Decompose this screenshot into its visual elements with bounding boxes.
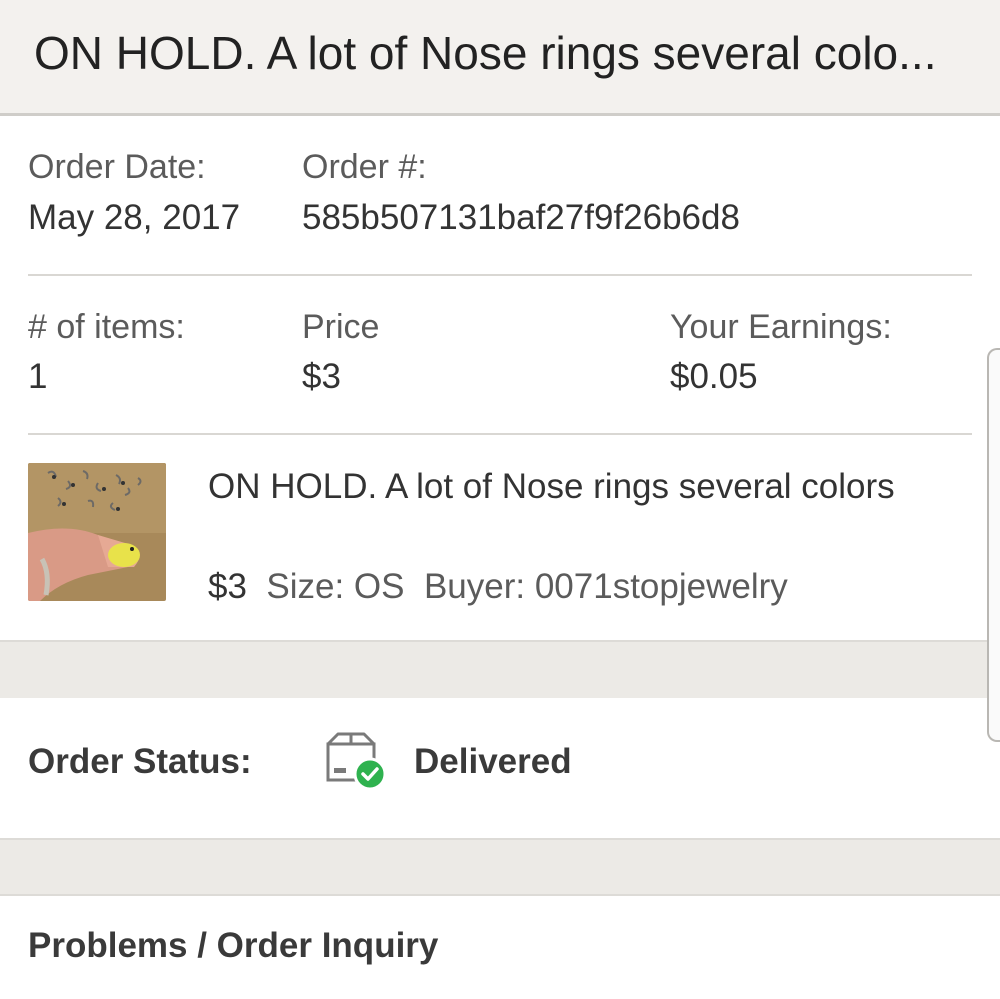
product-thumbnail[interactable] — [28, 463, 166, 601]
order-date-value: May 28, 2017 — [28, 198, 241, 237]
order-status-section: Order Status: Delivered — [0, 698, 1000, 838]
product-meta: $3 Size: OS Buyer: 0071stopjewelry — [208, 562, 788, 612]
product-size: Size: OS — [266, 567, 405, 606]
problems-section[interactable]: Problems / Order Inquiry — [0, 896, 1000, 999]
page-header: ON HOLD. A lot of Nose rings several col… — [0, 0, 1000, 116]
items-count-label: # of items: — [28, 308, 185, 346]
scrollbar[interactable] — [987, 348, 1000, 742]
section-separator — [0, 640, 1000, 700]
product-title-link[interactable]: ON HOLD. A lot of Nose rings several col… — [208, 462, 908, 512]
divider — [28, 274, 972, 276]
items-count-value: 1 — [28, 357, 48, 396]
product-buyer[interactable]: Buyer: 0071stopjewelry — [424, 567, 788, 606]
order-number-label: Order #: — [302, 148, 427, 186]
order-date-label: Order Date: — [28, 148, 206, 186]
order-summary-card: Order Date: May 28, 2017 Order #: 585b50… — [0, 116, 1000, 643]
order-details-page: ON HOLD. A lot of Nose rings several col… — [0, 0, 1000, 999]
price-label: Price — [302, 308, 380, 346]
order-number-value: 585b507131baf27f9f26b6d8 — [302, 198, 740, 237]
problems-order-inquiry-heading[interactable]: Problems / Order Inquiry — [28, 926, 438, 966]
product-photo-icon — [28, 463, 166, 601]
order-status-label: Order Status: — [28, 742, 252, 781]
package-delivered-icon — [324, 732, 392, 791]
section-separator — [0, 838, 1000, 896]
earnings-value: $0.05 — [670, 357, 758, 396]
page-title: ON HOLD. A lot of Nose rings several col… — [34, 27, 937, 79]
price-value: $3 — [302, 357, 341, 396]
product-price: $3 — [208, 567, 247, 606]
order-status-value: Delivered — [414, 742, 572, 781]
divider — [28, 433, 972, 435]
earnings-label: Your Earnings: — [670, 308, 892, 346]
